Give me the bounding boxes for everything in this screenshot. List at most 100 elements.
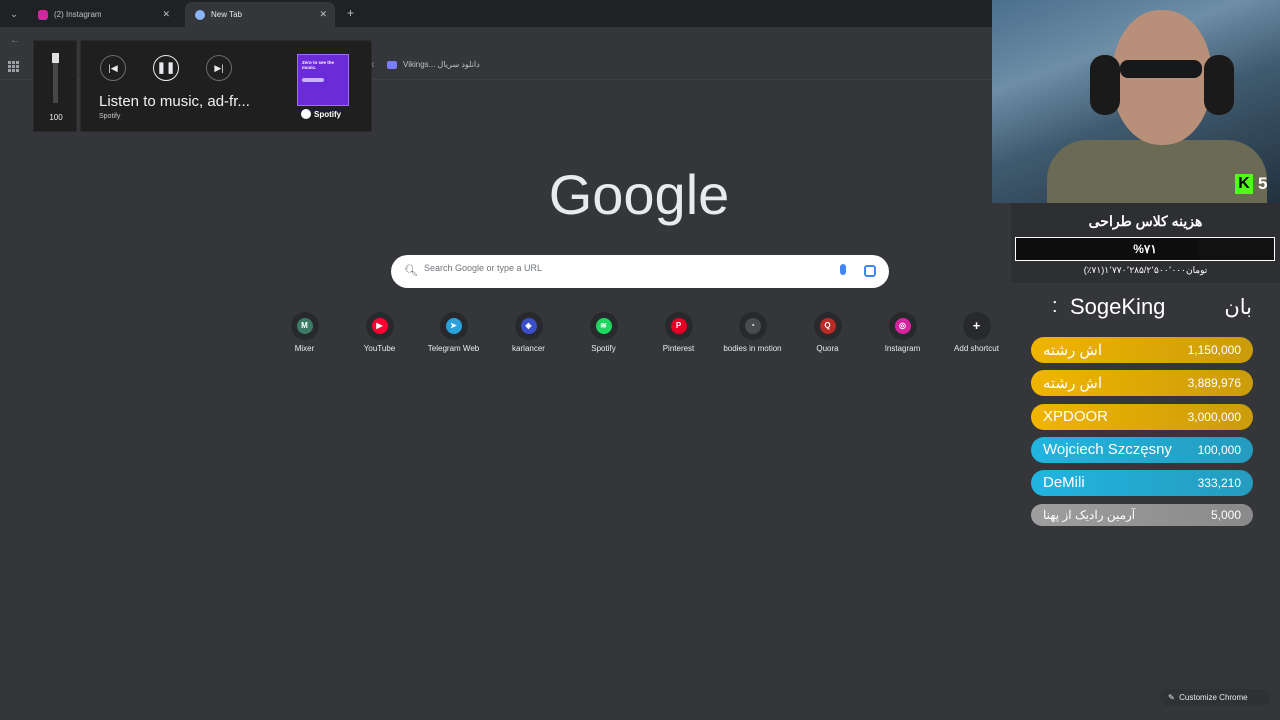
shortcut-tile[interactable]: ◈ karlancer xyxy=(491,312,566,353)
webcam-shirt xyxy=(1047,140,1267,203)
thumbnail-text: Zero to see the music. xyxy=(302,60,335,70)
spotify-logo: Spotify xyxy=(301,109,341,119)
goal-progress-bar: %۷۱ xyxy=(1015,237,1275,261)
search-icon: 🔍︎ xyxy=(404,265,418,277)
shortcut-circle: ◎ xyxy=(888,312,917,340)
next-track-button[interactable]: ▶| xyxy=(206,55,232,81)
goal-percent: %۷۱ xyxy=(1133,242,1157,256)
donor-row: XPDOOR 3,000,000 xyxy=(1031,404,1253,430)
shortcut-label: Instagram xyxy=(884,344,921,353)
shortcut-icon: + xyxy=(968,318,985,334)
spotify-logo-text: Spotify xyxy=(314,109,342,119)
volume-slider-thumb[interactable] xyxy=(52,53,59,63)
kick-viewer-count: 5 xyxy=(1258,174,1268,193)
media-flyout: |◀ ❚❚ ▶| Listen to music, ad-fr... Spoti… xyxy=(80,40,372,132)
shortcut-label: Pinterest xyxy=(662,344,695,353)
top-donor-colon: : xyxy=(1052,295,1058,317)
shortcut-tile[interactable]: Q Quora xyxy=(790,312,865,353)
donor-amount: 100,000 xyxy=(1197,443,1241,457)
back-arrow-icon[interactable]: ← xyxy=(10,35,20,46)
shortcut-tile[interactable]: ◎ Instagram xyxy=(865,312,940,353)
bookmark-vikings[interactable]: Vikings... دانلود سریال xyxy=(387,60,480,69)
donor-row: Wojciech Szczęsny 100,000 xyxy=(1031,437,1253,463)
shortcut-tile[interactable]: + Add shortcut xyxy=(939,312,1014,353)
headphone-right xyxy=(1204,55,1234,115)
shortcut-icon: ◔ xyxy=(744,318,761,334)
donor-amount: 1,150,000 xyxy=(1187,343,1241,357)
pause-button[interactable]: ❚❚ xyxy=(153,55,179,81)
bookmark-favicon-icon xyxy=(387,60,397,69)
shortcut-label: YouTube xyxy=(363,344,396,353)
media-title: Listen to music, ad-fr... xyxy=(99,93,250,110)
microphone-icon[interactable] xyxy=(840,264,846,275)
shortcut-circle: ◈ xyxy=(514,312,543,340)
thumbnail-pill xyxy=(302,78,324,82)
shortcut-circle: M xyxy=(290,312,319,340)
spotify-icon xyxy=(301,109,311,119)
previous-track-button[interactable]: |◀ xyxy=(100,55,126,81)
tab-title: (2) Instagram xyxy=(54,10,102,19)
donor-name: DeMili xyxy=(1043,474,1085,491)
donation-goal: هزینه کلاس طراحی %۷۱ (٪۷۱)۱٬۷۷۰٬۲۸۵/۲٬۵۰… xyxy=(1011,203,1280,283)
webcam-feed xyxy=(992,0,1280,203)
shortcut-tile[interactable]: P Pinterest xyxy=(641,312,716,353)
tab-title: New Tab xyxy=(211,10,242,19)
shortcut-icon: Q xyxy=(819,318,836,334)
donor-row: اش رشته 1,150,000 xyxy=(1031,337,1253,363)
search-box[interactable]: 🔍︎ xyxy=(391,255,889,288)
shortcut-tile[interactable]: ▶ YouTube xyxy=(342,312,417,353)
shortcut-icon: P xyxy=(670,318,687,334)
kick-logo-icon: K xyxy=(1235,174,1253,194)
close-icon[interactable]: ✕ xyxy=(162,9,170,20)
shortcut-circle: ≋ xyxy=(589,312,618,340)
customize-chrome-label: Customize Chrome xyxy=(1179,693,1248,702)
shortcut-icon: ➤ xyxy=(445,318,462,334)
new-tab-button[interactable]: + xyxy=(347,6,354,20)
volume-value: 100 xyxy=(49,113,63,122)
tab-strip: ⌄ (2) Instagram ✕ New Tab ✕ + xyxy=(0,0,992,27)
shortcut-circle: Q xyxy=(813,312,842,340)
shortcut-circle: + xyxy=(962,312,991,340)
tab-instagram[interactable]: (2) Instagram ✕ xyxy=(28,2,178,27)
shortcut-label: Spotify xyxy=(591,344,616,353)
goal-amount: (٪۷۱)۱٬۷۷۰٬۲۸۵/۲٬۵۰۰٬۰۰۰تومان xyxy=(1083,265,1208,275)
bookmark-label: Vikings... دانلود سریال xyxy=(403,60,480,69)
shortcut-tile[interactable]: M Mixer xyxy=(267,312,342,353)
donor-amount: 5,000 xyxy=(1210,508,1241,522)
top-donor-name: SogeKing xyxy=(1070,294,1166,319)
apps-grid-icon[interactable] xyxy=(8,61,19,72)
donor-row: اش رشته 3,889,976 xyxy=(1031,370,1253,396)
top-donor-label: بان xyxy=(1224,296,1252,319)
donor-amount: 3,889,976 xyxy=(1187,376,1241,390)
shortcut-tile[interactable]: ◔ bodies in motion xyxy=(715,312,790,353)
donor-amount: 333,210 xyxy=(1197,476,1241,490)
close-icon[interactable]: ✕ xyxy=(319,9,327,20)
goal-title: هزینه کلاس طراحی xyxy=(1088,213,1203,229)
search-input[interactable] xyxy=(424,263,824,273)
donor-name: اش رشته xyxy=(1043,375,1103,392)
shortcut-label: bodies in motion xyxy=(723,344,782,353)
shortcut-circle: P xyxy=(664,312,693,340)
shortcut-tile[interactable]: ≋ Spotify xyxy=(566,312,641,353)
google-lens-icon[interactable] xyxy=(864,265,876,277)
customize-chrome-button[interactable]: ✎ Customize Chrome xyxy=(1160,689,1270,706)
tab-search-button[interactable]: ⌄ xyxy=(6,6,22,22)
volume-flyout: 100 xyxy=(33,40,77,132)
donor-name: آرمین رادیک از پهنا xyxy=(1043,508,1136,522)
donor-name: Wojciech Szczęsny xyxy=(1043,441,1172,458)
media-source: Spotify xyxy=(99,113,121,120)
top-donor-header: : SogeKing بان xyxy=(1036,293,1252,321)
shortcut-circle: ➤ xyxy=(439,312,468,340)
shortcut-circle: ◔ xyxy=(738,312,767,340)
media-thumbnail: Zero to see the music. xyxy=(297,54,349,106)
shortcut-tile[interactable]: ➤ Telegram Web xyxy=(416,312,491,353)
webcam-glasses xyxy=(1120,60,1202,78)
shortcut-label: karlancer xyxy=(512,344,545,353)
headphone-left xyxy=(1090,55,1120,115)
donor-row: DeMili 333,210 xyxy=(1031,470,1253,496)
instagram-icon xyxy=(38,9,48,20)
donor-row: آرمین رادیک از پهنا 5,000 xyxy=(1031,504,1253,526)
shortcut-icon: ≋ xyxy=(595,318,612,334)
tab-new-tab[interactable]: New Tab ✕ xyxy=(185,2,335,27)
shortcut-label: Telegram Web xyxy=(427,344,480,353)
